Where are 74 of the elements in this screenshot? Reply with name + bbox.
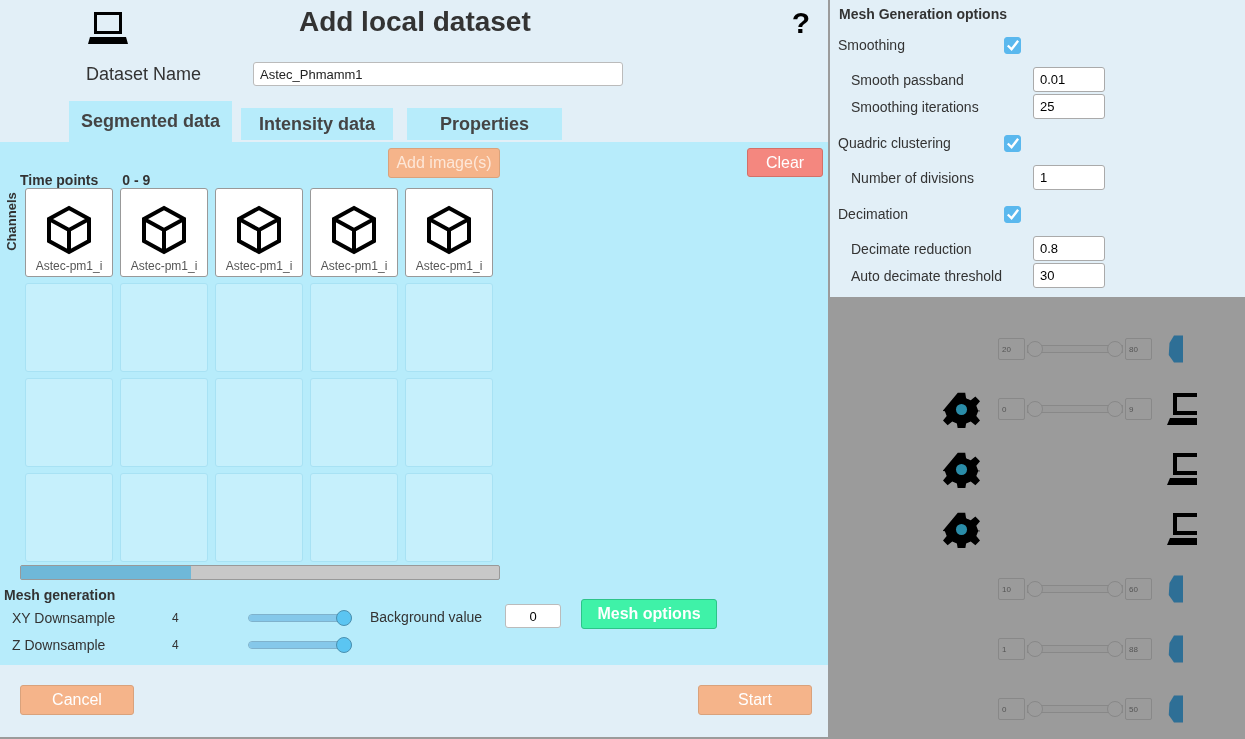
empty-slot[interactable]: [120, 283, 208, 372]
time-points-range: 0 - 9: [122, 172, 151, 188]
empty-slot[interactable]: [25, 473, 113, 562]
option-label: Quadric clustering: [838, 135, 952, 151]
dataset-name-label: Dataset Name: [86, 63, 203, 85]
image-label: Astec-pm1_i: [225, 259, 293, 273]
settings-icon[interactable]: [943, 390, 980, 428]
tab[interactable]: Segmented data: [69, 101, 233, 142]
cube-icon: [139, 205, 189, 255]
empty-slot[interactable]: [215, 283, 303, 372]
field-label: Decimate reduction: [850, 240, 973, 257]
laptop-icon: [88, 10, 128, 46]
slider-label: Z Downsample: [11, 636, 107, 653]
background-value-field[interactable]: 0: [505, 604, 561, 628]
laptop-icon[interactable]: [1167, 451, 1197, 487]
empty-slot[interactable]: [215, 378, 303, 467]
laptop-icon[interactable]: [1167, 391, 1197, 427]
image-tile[interactable]: Astec-pm1_i: [25, 188, 113, 277]
cube-icon: [424, 205, 474, 255]
empty-slot[interactable]: [405, 378, 493, 467]
channels-label: Channels: [3, 191, 19, 253]
empty-slot[interactable]: [405, 473, 493, 562]
number-field[interactable]: 1: [1033, 165, 1105, 190]
number-field[interactable]: 30: [1033, 263, 1105, 288]
field-label: Auto decimate threshold: [850, 267, 1003, 284]
image-tile[interactable]: Astec-pm1_i: [120, 188, 208, 277]
image-label: Astec-pm1_i: [320, 259, 388, 273]
image-label: Astec-pm1_i: [130, 259, 198, 273]
field-label: Smooth passband: [850, 71, 965, 88]
empty-slot[interactable]: [310, 473, 398, 562]
cube-icon: [44, 205, 94, 255]
settings-icon[interactable]: [943, 510, 980, 548]
option-label: Decimation: [838, 206, 910, 222]
slider[interactable]: [248, 636, 352, 653]
number-field[interactable]: 0.8: [1033, 236, 1105, 261]
option-label: Smoothing: [838, 37, 906, 53]
slider-label: XY Downsample: [11, 609, 117, 626]
cube-icon: [234, 205, 284, 255]
empty-slot[interactable]: [25, 378, 113, 467]
image-tile[interactable]: Astec-pm1_i: [405, 188, 493, 277]
dialog-title: Add local dataset: [297, 6, 532, 38]
empty-slot[interactable]: [215, 473, 303, 562]
tab[interactable]: Intensity data: [241, 108, 394, 140]
cube-icon: [329, 205, 379, 255]
empty-slot[interactable]: [310, 378, 398, 467]
laptop-icon[interactable]: [1167, 511, 1197, 547]
field-label: Smoothing iterations: [850, 98, 980, 115]
slider-reading: 4: [172, 637, 180, 652]
empty-slot[interactable]: [25, 283, 113, 372]
empty-slot[interactable]: [120, 378, 208, 467]
dataset-name-field[interactable]: Astec_Phmamm1: [253, 62, 623, 86]
tab[interactable]: Properties: [407, 108, 563, 140]
field-label: Number of divisions: [850, 169, 975, 186]
image-tile[interactable]: Astec-pm1_i: [310, 188, 398, 277]
panel-title: Mesh Generation options: [839, 6, 1008, 22]
image-tile[interactable]: Astec-pm1_i: [215, 188, 303, 277]
slider[interactable]: [248, 609, 352, 626]
time-points-label: Time points: [20, 172, 99, 188]
checkbox[interactable]: [1004, 205, 1021, 223]
background-value-label: Background value: [370, 609, 484, 625]
mesh-generation-heading: Mesh generation: [4, 587, 117, 603]
number-field[interactable]: 0.01: [1033, 67, 1105, 92]
image-label: Astec-pm1_i: [35, 259, 103, 273]
checkbox[interactable]: [1004, 36, 1021, 54]
checkbox[interactable]: [1004, 134, 1021, 152]
horizontal-scrollbar[interactable]: [20, 565, 500, 580]
empty-slot[interactable]: [405, 283, 493, 372]
number-field[interactable]: 25: [1033, 94, 1105, 119]
help-button[interactable]: ?: [791, 8, 810, 38]
empty-slot[interactable]: [310, 283, 398, 372]
empty-slot[interactable]: [120, 473, 208, 562]
slider-reading: 4: [172, 610, 180, 625]
image-label: Astec-pm1_i: [415, 259, 483, 273]
settings-icon[interactable]: [943, 450, 980, 488]
